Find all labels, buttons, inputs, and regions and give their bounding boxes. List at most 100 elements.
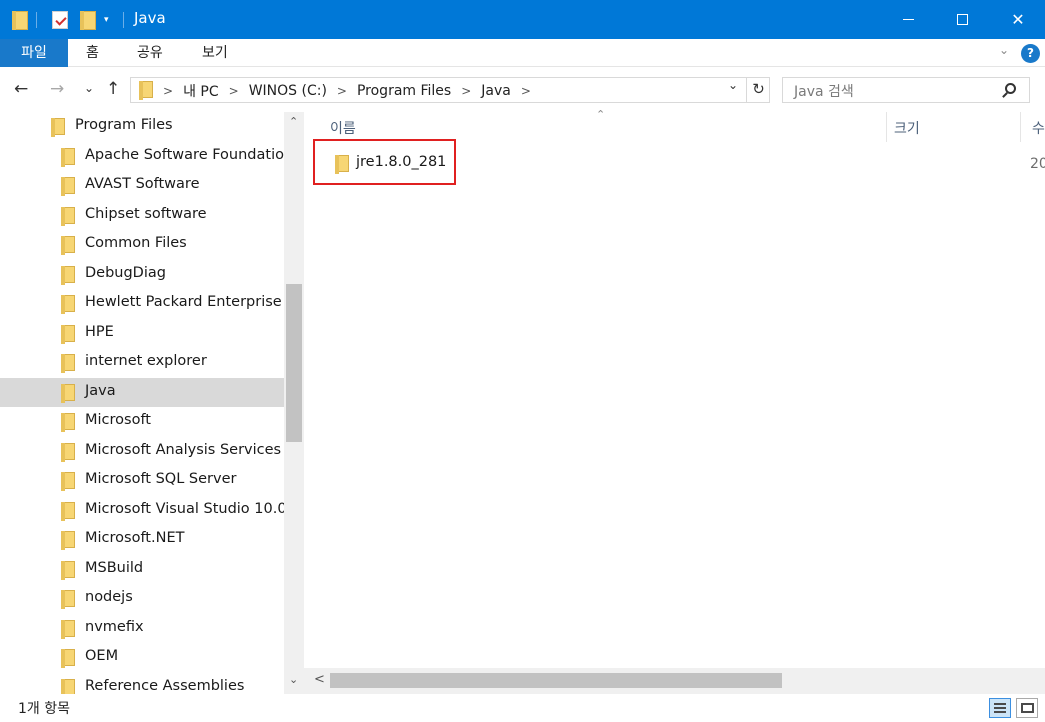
breadcrumb-my-pc[interactable]: 내 PC (183, 81, 219, 101)
details-view-button[interactable] (989, 698, 1011, 718)
sidebar-item-folder[interactable]: Microsoft Analysis Services (0, 437, 284, 466)
ribbon-tab-bar: 파일 홈 공유 보기 ⌄ ? (0, 39, 1045, 67)
expand-ribbon-icon[interactable]: ⌄ (999, 43, 1009, 57)
sidebar-item-folder[interactable]: Chipset software (0, 201, 284, 230)
sidebar-item-label: AVAST Software (85, 176, 200, 192)
column-header-size[interactable]: 크기 (894, 118, 920, 148)
sidebar-item-label: Hewlett Packard Enterprise (85, 294, 282, 310)
folder-icon (61, 442, 75, 462)
sidebar-item-folder[interactable]: Program Files (0, 112, 284, 141)
scroll-up-icon[interactable]: ⌃ (289, 115, 298, 128)
sidebar-item-folder[interactable]: Java (0, 377, 284, 407)
sidebar-item-label: nodejs (85, 589, 133, 605)
address-dropdown-icon[interactable]: ⌄ (728, 78, 738, 92)
sidebar-item-label: internet explorer (85, 353, 207, 369)
sidebar-item-folder[interactable]: HPE (0, 319, 284, 348)
minimize-icon (902, 19, 914, 20)
folder-icon (61, 206, 75, 226)
quick-access-toolbar (12, 9, 28, 31)
scroll-left-icon[interactable]: < (314, 672, 325, 687)
folder-icon (61, 413, 75, 432)
folder-icon (61, 560, 75, 580)
tab-view[interactable]: 보기 (202, 39, 228, 67)
folder-icon (335, 155, 349, 174)
item-count: 1개 항목 (18, 701, 70, 717)
sidebar-item-folder[interactable]: AVAST Software (0, 171, 284, 200)
minimize-button[interactable] (881, 0, 935, 39)
sidebar-item-label: Common Files (85, 235, 187, 251)
search-icon[interactable] (1005, 83, 1016, 94)
sidebar-item-label: nvmefix (85, 618, 144, 635)
sidebar-item-folder[interactable]: DebugDiag (0, 260, 284, 289)
chevron-right-icon[interactable]: > (229, 84, 239, 98)
sidebar-item-label: Microsoft.NET (85, 530, 185, 546)
search-box[interactable]: Java 검색 (782, 77, 1030, 103)
sidebar-item-folder[interactable]: nodejs (0, 584, 284, 613)
scrollbar-thumb[interactable] (286, 284, 302, 442)
horizontal-scrollbar[interactable]: < (304, 668, 1045, 694)
breadcrumb-program-files[interactable]: Program Files (357, 83, 451, 99)
maximize-icon (956, 14, 968, 25)
search-input[interactable]: Java 검색 (794, 81, 854, 101)
folder-icon (61, 147, 75, 167)
sidebar-item-folder[interactable]: Apache Software Foundation (0, 142, 293, 171)
sidebar-item-label: Reference Assemblies (85, 677, 245, 694)
sidebar-item-folder[interactable]: MSBuild (0, 555, 284, 584)
properties-icon[interactable] (52, 11, 68, 29)
chevron-right-icon[interactable]: > (521, 84, 531, 98)
sidebar-item-folder[interactable]: Microsoft Visual Studio 10.0 (0, 496, 287, 525)
sidebar-item-label: Program Files (75, 117, 173, 133)
sidebar-item-folder[interactable]: Hewlett Packard Enterprise (0, 289, 284, 318)
folder-icon (61, 501, 75, 521)
chevron-right-icon[interactable]: > (461, 84, 471, 98)
sort-ascending-icon: ⌃ (596, 108, 606, 121)
sidebar-item-label: DebugDiag (85, 264, 166, 281)
back-button[interactable]: ← (14, 79, 28, 99)
maximize-button[interactable] (935, 0, 989, 39)
sidebar-item-folder[interactable]: OEM (0, 643, 284, 672)
help-icon[interactable]: ? (1021, 44, 1040, 63)
file-date: 20 (1030, 156, 1045, 172)
sidebar-item-folder[interactable]: Reference Assemblies (0, 673, 284, 694)
new-folder-icon[interactable] (80, 10, 96, 30)
folder-icon (61, 472, 75, 491)
sidebar-item-folder[interactable]: Common Files (0, 230, 284, 259)
scroll-down-icon[interactable]: ⌄ (289, 673, 298, 686)
sidebar-item-label: Apache Software Foundation (85, 146, 294, 163)
up-button[interactable]: ↑ (106, 79, 120, 99)
sidebar-item-folder[interactable]: Microsoft.NET (0, 525, 284, 554)
chevron-right-icon[interactable]: > (163, 84, 173, 98)
breadcrumb-java[interactable]: Java (481, 83, 511, 99)
folder-icon (61, 177, 75, 196)
separator (123, 12, 124, 28)
file-item-jre-folder[interactable]: jre1.8.0_281 (313, 139, 456, 185)
column-divider[interactable] (886, 112, 887, 142)
sidebar-item-label: Chipset software (85, 205, 207, 222)
forward-button[interactable]: → (50, 79, 64, 99)
large-icons-view-button[interactable] (1016, 698, 1038, 718)
large-icons-view-icon (1021, 703, 1034, 713)
nav-pane-scrollbar[interactable]: ⌃ ⌄ (284, 112, 304, 694)
sidebar-item-folder[interactable]: internet explorer (0, 348, 284, 377)
sidebar-item-label: MSBuild (85, 559, 144, 576)
folder-icon (61, 265, 75, 285)
navigation-pane: Program Files Apache Software Foundation A… (0, 112, 304, 694)
sidebar-item-folder[interactable]: nvmefix (0, 614, 284, 643)
chevron-right-icon[interactable]: > (337, 84, 347, 98)
breadcrumb-drive[interactable]: WINOS (C:) (249, 83, 327, 99)
scrollbar-thumb[interactable] (330, 673, 782, 688)
sidebar-item-folder[interactable]: Microsoft SQL Server (0, 466, 284, 495)
address-bar[interactable]: > 내 PC > WINOS (C:) > Program Files > Ja… (130, 77, 770, 103)
tab-home[interactable]: 홈 (86, 39, 99, 67)
tab-file[interactable]: 파일 (0, 39, 68, 67)
refresh-button[interactable]: ↻ (746, 77, 770, 103)
customize-toolbar-icon[interactable]: ▾ (104, 15, 109, 25)
column-header-type[interactable]: 수 (1032, 118, 1045, 148)
sidebar-item-folder[interactable]: Microsoft (0, 407, 284, 436)
close-button[interactable]: ✕ (991, 0, 1045, 39)
folder-icon[interactable] (12, 10, 28, 30)
tab-share[interactable]: 공유 (137, 39, 163, 67)
column-divider[interactable] (1020, 112, 1021, 142)
recent-locations-icon[interactable]: ⌄ (84, 81, 94, 95)
file-list: ⌃ 이름 크기 수 jre1.8.0_281 20 < (304, 108, 1045, 694)
